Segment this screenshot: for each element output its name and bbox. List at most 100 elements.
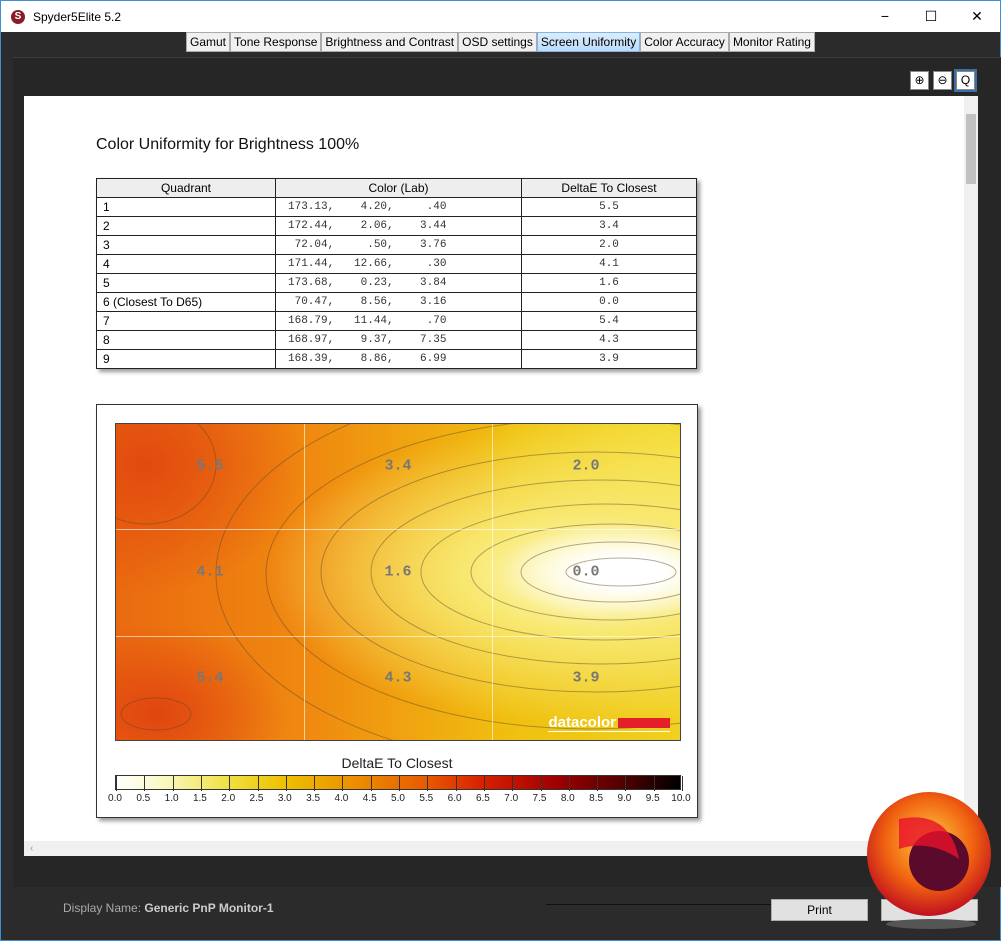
tab-monitor-rating[interactable]: Monitor Rating <box>728 32 815 52</box>
colorbar-tick-label: 10.0 <box>671 793 691 804</box>
quadrant-cell: 4 <box>96 254 276 274</box>
deltae-cell: 1.6 <box>521 273 697 293</box>
deltae-cell: 5.5 <box>521 197 697 217</box>
quadrant-value-label: 3.4 <box>384 457 412 475</box>
brand-logo-icon <box>867 792 991 929</box>
table-row: 9 168.39, 8.86, 6.99 3.9 <box>96 349 697 369</box>
quadrant-value-label: 4.3 <box>384 669 412 687</box>
quadrant-cell: 6 (Closest To D65) <box>96 292 276 312</box>
quadrant-value-label: 1.6 <box>384 563 412 581</box>
colorbar-tick <box>144 776 146 791</box>
colorbar-tick-label: 0.0 <box>108 793 122 804</box>
zoom-out-icon[interactable]: ⊖ <box>933 71 952 90</box>
deltae-cell: 3.4 <box>521 216 697 236</box>
tab-screen-uniformity[interactable]: Screen Uniformity <box>536 32 641 52</box>
quadrant-value-label: 4.1 <box>196 563 224 581</box>
scroll-thumb[interactable] <box>966 114 976 184</box>
deltae-cell: 4.1 <box>521 254 697 274</box>
col-color-lab: Color (Lab) <box>275 178 522 198</box>
colorbar-tick-label: 2.0 <box>221 793 236 804</box>
colorbar-tick-label: 5.5 <box>419 793 434 804</box>
lab-cell: 70.47, 8.56, 3.16 <box>275 292 522 312</box>
colorbar-tick-label: 1.5 <box>192 793 207 804</box>
colorbar-tick <box>342 776 344 791</box>
zoom-fit-icon[interactable]: Q <box>954 69 977 92</box>
colorbar-tick <box>597 776 599 791</box>
colorbar-tick-label: 3.5 <box>306 793 321 804</box>
tab-color-accuracy[interactable]: Color Accuracy <box>640 32 729 52</box>
colorbar-tick <box>682 776 683 791</box>
table-row: 8 168.97, 9.37, 7.35 4.3 <box>96 330 697 350</box>
colorbar-tick-label: 4.5 <box>362 793 377 804</box>
colorbar-tick <box>427 776 429 791</box>
quadrant-cell: 9 <box>96 349 276 369</box>
tab-brightness-and-contrast[interactable]: Brightness and Contrast <box>321 32 459 52</box>
colorbar-tick <box>257 776 259 791</box>
quadrant-value-label: 5.5 <box>196 457 224 475</box>
col-deltae: DeltaE To Closest <box>521 178 697 198</box>
lab-cell: 173.68, 0.23, 3.84 <box>275 273 522 293</box>
display-name: Display Name: Generic PnP Monitor-1 <box>63 901 274 915</box>
maximize-button[interactable]: ☐ <box>908 1 954 32</box>
quadrant-value-label: 2.0 <box>572 457 600 475</box>
grid-line <box>116 636 680 637</box>
lab-cell: 168.79, 11.44, .70 <box>275 311 522 331</box>
colorbar-tick-label: 0.5 <box>136 793 151 804</box>
tab-osd-settings[interactable]: OSD settings <box>458 32 537 52</box>
app-icon: S <box>11 9 25 24</box>
vertical-scrollbar[interactable] <box>964 96 978 841</box>
colorbar-tick <box>314 776 316 791</box>
table-row: 3 72.04, .50, 3.76 2.0 <box>96 235 697 255</box>
colorbar-tick-label: 8.0 <box>560 793 575 804</box>
table-row: 2 172.44, 2.06, 3.44 3.4 <box>96 216 697 236</box>
datacolor-logo: datacolor <box>548 714 670 732</box>
lab-cell: 172.44, 2.06, 3.44 <box>275 216 522 236</box>
tab-tone-response[interactable]: Tone Response <box>230 32 322 52</box>
colorbar-tick <box>285 776 287 791</box>
deltae-cell: 0.0 <box>521 292 697 312</box>
quadrant-value-label: 3.9 <box>572 669 600 687</box>
display-label: Display Name: <box>63 901 142 915</box>
colorbar-tick-label: 9.5 <box>645 793 660 804</box>
logo-text: datacolor <box>548 714 616 731</box>
report-content: Color Uniformity for Brightness 100% Qua… <box>24 96 964 841</box>
colorbar-tick <box>229 776 231 791</box>
title-bar: S Spyder5Elite 5.2 − ☐ ✕ <box>1 1 1000 32</box>
zoom-in-icon[interactable]: ⊕ <box>910 71 929 90</box>
quadrant-value-label: 0.0 <box>572 563 600 581</box>
quadrant-cell: 7 <box>96 311 276 331</box>
colorbar-tick-label: 8.5 <box>589 793 604 804</box>
quadrant-cell: 1 <box>96 197 276 217</box>
deltae-cell: 4.3 <box>521 330 697 350</box>
lab-cell: 168.97, 9.37, 7.35 <box>275 330 522 350</box>
colorbar-tick-label: 5.0 <box>391 793 405 804</box>
quadrant-cell: 5 <box>96 273 276 293</box>
horizontal-scrollbar[interactable]: ‹ <box>24 841 964 856</box>
colorbar-tick <box>512 776 514 791</box>
colorbar-tick <box>483 776 485 791</box>
deltae-cell: 5.4 <box>521 311 697 331</box>
grid-line <box>304 424 305 740</box>
lab-cell: 72.04, .50, 3.76 <box>275 235 522 255</box>
print-button[interactable]: Print <box>771 899 868 921</box>
colorbar-tick <box>568 776 570 791</box>
colorbar-tick <box>116 776 117 791</box>
colorbar <box>115 775 683 791</box>
quadrant-cell: 3 <box>96 235 276 255</box>
colorbar-tick <box>540 776 542 791</box>
colorbar-title: DeltaE To Closest <box>341 755 453 771</box>
tab-gamut[interactable]: Gamut <box>186 32 231 52</box>
colorbar-tick <box>370 776 372 791</box>
table-row: 4 171.44, 12.66, .30 4.1 <box>96 254 697 274</box>
heatmap-plot: datacolor 5.5 3.4 2.0 4.1 1.6 0.0 5.4 4.3 3.9 <box>115 423 681 741</box>
col-quadrant: Quadrant <box>96 178 276 198</box>
close-button[interactable]: ✕ <box>954 1 1000 32</box>
table-row: 5 173.68, 0.23, 3.84 1.6 <box>96 273 697 293</box>
grid-line <box>116 529 680 530</box>
quadrant-value-label: 5.4 <box>196 669 224 687</box>
colorbar-tick <box>653 776 655 791</box>
window-title: Spyder5Elite 5.2 <box>33 9 122 24</box>
colorbar-tick-label: 4.0 <box>334 793 349 804</box>
tab-bar: Gamut Tone Response Brightness and Contras… <box>186 32 815 52</box>
minimize-button[interactable]: − <box>862 1 908 32</box>
